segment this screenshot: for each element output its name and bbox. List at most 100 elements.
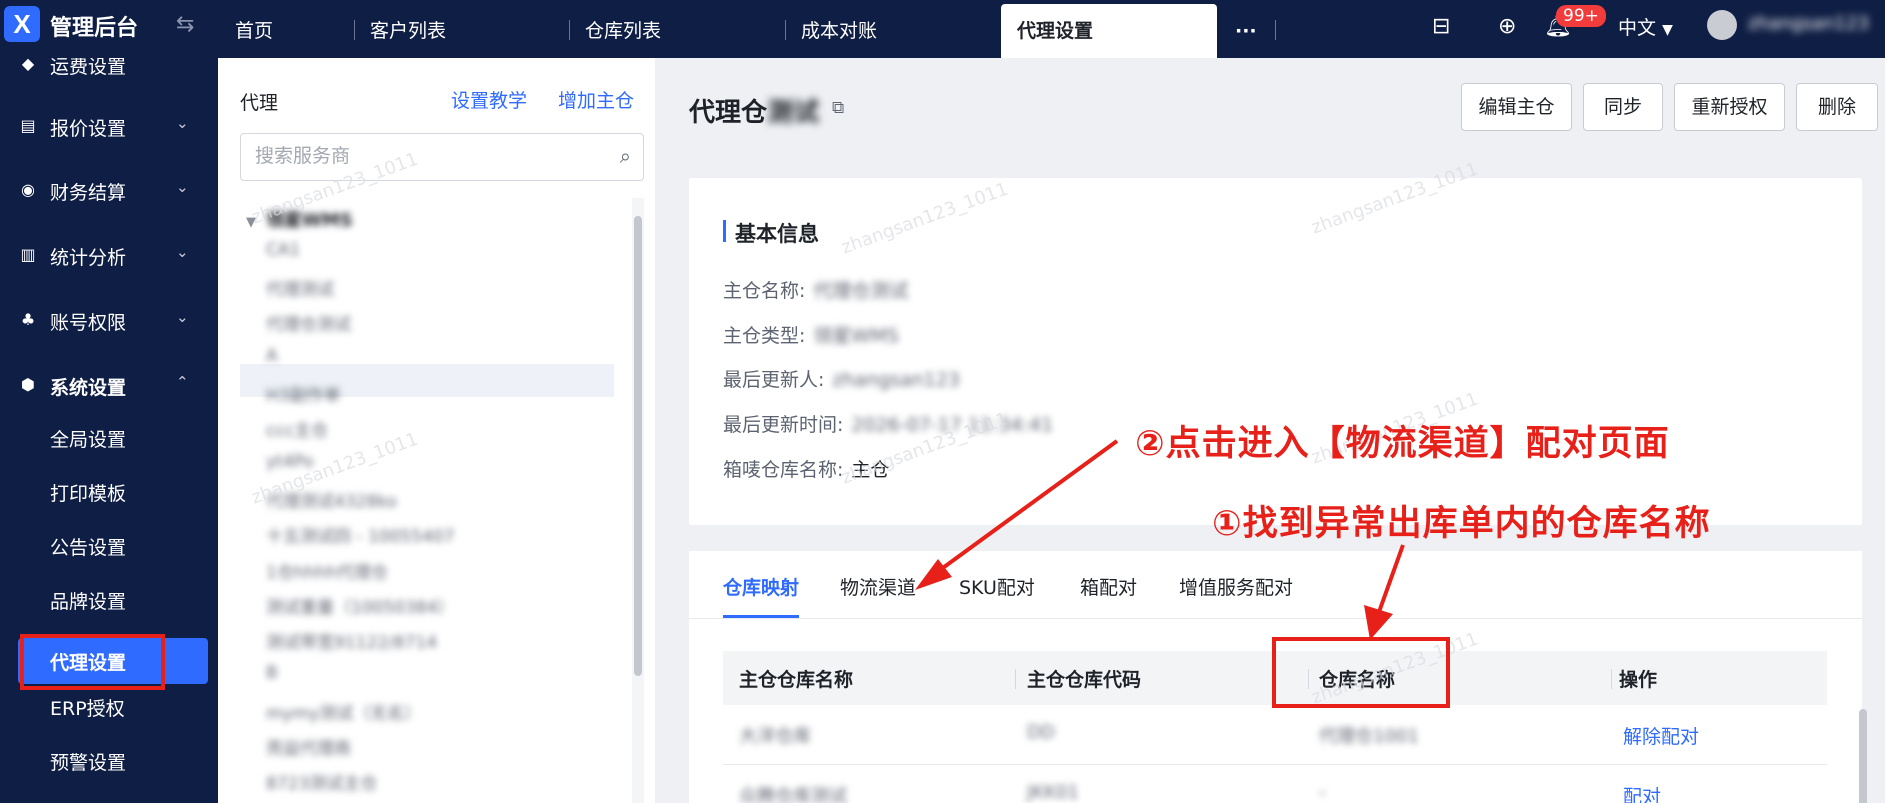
info-row-name: 主仓名称: 代理仓测试: [723, 276, 908, 303]
tree-node[interactable]: ccc主仓: [266, 416, 328, 441]
column-header: 操作: [1619, 669, 1658, 691]
inbox-icon[interactable]: ⊟: [1432, 14, 1450, 39]
subtab-warehouse-mapping[interactable]: 仓库映射: [723, 573, 800, 618]
sidebar-sub-print-template[interactable]: 打印模板: [0, 469, 218, 515]
sidebar-item-label: 系统设置: [50, 377, 127, 399]
sidebar-sub-label: 打印模板: [50, 483, 127, 505]
subtab-box-pairing[interactable]: 箱配对: [1080, 573, 1137, 618]
info-label: 主仓类型:: [723, 325, 806, 347]
tree-node[interactable]: 8723测试主仓: [266, 769, 377, 794]
sidebar-item-label: 财务结算: [50, 182, 127, 204]
column-divider: [1611, 669, 1612, 689]
cell-main-code: DD: [1027, 722, 1055, 743]
column-divider: [1308, 669, 1309, 689]
cell-warehouse-name: -: [1319, 782, 1326, 803]
table-header: 主仓仓库名称 主仓仓库代码 仓库名称 操作: [723, 651, 1827, 705]
tree-node[interactable]: 测试带宽91122/8714: [266, 628, 437, 653]
info-row-updater: 最后更新人: zhangsan123: [723, 365, 960, 392]
truck-icon: ◆: [21, 58, 35, 73]
agent-list-panel: 代理 设置教学 增加主仓 ⌕ ▼领星WMS CA1 代理测试 代理仓测试 A H…: [218, 58, 655, 803]
tab-more[interactable]: ···: [1235, 0, 1257, 58]
chevron-up-icon: ⌃: [176, 373, 189, 391]
add-main-warehouse-link[interactable]: 增加主仓: [558, 86, 634, 113]
search-icon[interactable]: ⌕: [620, 144, 631, 168]
tab-customers[interactable]: 客户列表: [370, 0, 446, 58]
delete-button[interactable]: 删除: [1796, 83, 1878, 131]
table-row: 众腾仓库测试 JKK01 - 配对: [723, 765, 1827, 803]
avatar[interactable]: [1707, 10, 1737, 40]
sidebar-item-finance[interactable]: ◉ 财务结算 ⌄: [0, 172, 218, 212]
tab-agent-settings[interactable]: 代理设置: [1001, 4, 1217, 58]
sidebar-item-system[interactable]: ⬢ 系统设置 ⌃: [0, 367, 218, 407]
chevron-down-icon: ⌄: [176, 114, 189, 132]
cell-main-name: 大洋仓库: [739, 726, 811, 747]
language-label: 中文: [1618, 17, 1657, 39]
tab-warehouses[interactable]: 仓库列表: [585, 0, 661, 58]
tree-node[interactable]: B: [266, 663, 278, 683]
sidebar-sub-brand[interactable]: 品牌设置: [0, 577, 218, 623]
tree-node[interactable]: CA1: [266, 240, 300, 260]
cell-main-code: JKK01: [1027, 782, 1079, 803]
column-divider: [1015, 669, 1016, 689]
sidebar-item-stats[interactable]: ▥ 统计分析 ⌄: [0, 237, 218, 277]
sidebar-item-label: 报价设置: [50, 118, 127, 140]
reauthorize-button[interactable]: 重新授权: [1674, 83, 1785, 131]
tree-node[interactable]: A: [266, 346, 278, 366]
subtab-vas-pairing[interactable]: 增值服务配对: [1179, 573, 1293, 618]
subtab-logistics-channel[interactable]: 物流渠道: [840, 573, 916, 618]
edit-main-warehouse-button[interactable]: 编辑主仓: [1461, 83, 1572, 131]
table-scrollbar[interactable]: [1859, 709, 1867, 803]
unpair-link[interactable]: 解除配对: [1623, 722, 1699, 749]
subtab-bar: 仓库映射 物流渠道 SKU配对 箱配对 增值服务配对: [689, 551, 1862, 619]
app-logo[interactable]: X: [4, 6, 40, 42]
scrollbar-thumb[interactable]: [634, 216, 642, 676]
username[interactable]: zhangsan123: [1748, 13, 1869, 34]
tutorial-link[interactable]: 设置教学: [451, 86, 527, 113]
table-row: 大洋仓库 DD 代理仓1001 解除配对: [723, 705, 1827, 765]
sidebar-sub-announcement[interactable]: 公告设置: [0, 523, 218, 569]
sidebar-item-label: 账号权限: [50, 312, 127, 334]
info-label: 主仓名称:: [723, 280, 806, 302]
sidebar-sub-global[interactable]: 全局设置: [0, 415, 218, 461]
sidebar-sub-erp-auth[interactable]: ERP授权: [0, 684, 218, 730]
download-icon[interactable]: ⊕: [1498, 14, 1516, 39]
org-icon: ♣: [20, 310, 36, 329]
column-header: 主仓仓库名称: [739, 669, 854, 691]
tree-node[interactable]: 测试重量（10050384）: [266, 593, 455, 618]
info-row-type: 主仓类型: 领星WMS: [723, 321, 899, 348]
pair-link[interactable]: 配对: [1623, 782, 1661, 803]
info-value: 代理仓测试: [813, 280, 909, 302]
tree-node[interactable]: 1仓hhhh代理仓: [266, 558, 388, 583]
sidebar-sub-label: ERP授权: [50, 698, 125, 720]
sidebar-item-quote[interactable]: ▤ 报价设置 ⌄: [0, 108, 218, 148]
sidebar-item-freight[interactable]: ◆ 运费设置: [0, 58, 218, 86]
page-title: 代理仓测试: [689, 92, 819, 129]
tab-cost-reconcile[interactable]: 成本对账: [801, 0, 877, 58]
chevron-down-icon: ⌄: [176, 308, 189, 326]
sidebar: ◆ 运费设置 ▤ 报价设置 ⌄ ◉ 财务结算 ⌄ ▥ 统计分析 ⌄ ♣ 账号权限…: [0, 58, 218, 803]
tree-node[interactable]: mymy测试（无名）: [266, 699, 421, 724]
sidebar-item-accounts[interactable]: ♣ 账号权限 ⌄: [0, 302, 218, 342]
tree-node[interactable]: 亮益代理商: [266, 734, 351, 759]
document-icon: ▤: [20, 116, 36, 135]
sidebar-sub-agent-settings[interactable]: 代理设置: [18, 638, 208, 684]
collapse-sidebar-icon[interactable]: ⇆: [176, 12, 194, 37]
tree-node[interactable]: 代理测试: [266, 275, 334, 300]
tree-node[interactable]: 十五测试四 - 10055407: [266, 522, 454, 547]
search-input[interactable]: [255, 134, 595, 178]
info-label: 最后更新时间:: [723, 414, 844, 436]
money-icon: ◉: [21, 180, 35, 199]
tab-divider: [785, 20, 786, 40]
app-title: 管理后台: [50, 16, 139, 41]
tab-home[interactable]: 首页: [235, 0, 273, 58]
tree-node[interactable]: H3副作单: [266, 381, 341, 406]
sync-button[interactable]: 同步: [1583, 83, 1663, 131]
sidebar-sub-alerts[interactable]: 预警设置: [0, 738, 218, 784]
tab-divider: [354, 20, 355, 40]
sidebar-sub-label: 公告设置: [50, 537, 127, 559]
copy-icon[interactable]: ⧉: [832, 98, 844, 118]
tab-divider: [1275, 20, 1276, 40]
language-selector[interactable]: 中文 ▼: [1618, 13, 1673, 40]
tree-node-selected[interactable]: 代理仓测试: [266, 310, 351, 335]
subtab-sku-pairing[interactable]: SKU配对: [959, 573, 1035, 618]
